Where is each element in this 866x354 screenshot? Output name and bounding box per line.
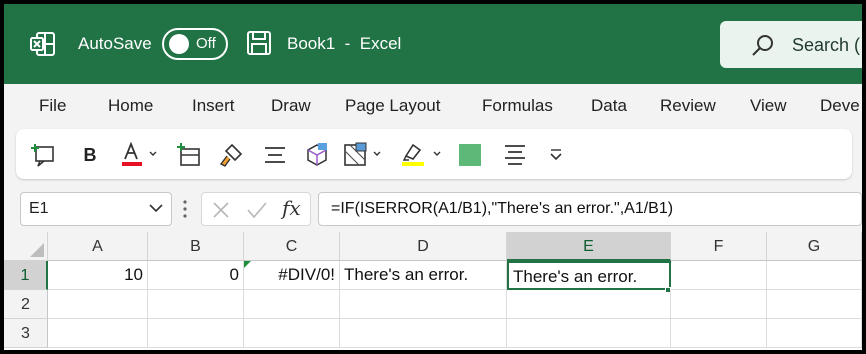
quick-toolbar: B bbox=[16, 129, 852, 179]
cell-f2[interactable] bbox=[671, 290, 767, 319]
tab-draw[interactable]: Draw bbox=[271, 96, 311, 116]
name-box-value: E1 bbox=[29, 200, 49, 217]
ribbon: File Home Insert Draw Page Layout Formul… bbox=[4, 84, 862, 236]
formula-buttons: fx bbox=[201, 192, 311, 226]
insert-function-button[interactable]: fx bbox=[282, 196, 301, 220]
name-box[interactable]: E1 bbox=[20, 192, 172, 226]
row-header-3[interactable]: 3 bbox=[4, 319, 48, 348]
excel-window: AutoSave Off Book1 - Excel Search ( File… bbox=[4, 4, 862, 350]
tab-view[interactable]: View bbox=[750, 96, 787, 116]
ribbon-tabs: File Home Insert Draw Page Layout Formul… bbox=[4, 84, 862, 126]
save-icon[interactable] bbox=[246, 30, 272, 56]
format-painter-icon[interactable] bbox=[218, 141, 244, 169]
tab-insert[interactable]: Insert bbox=[192, 96, 235, 116]
align-icon[interactable] bbox=[502, 141, 528, 169]
cell-d3[interactable] bbox=[340, 319, 507, 348]
spreadsheet-grid: A B C D E F G 1 2 3 10 0 #DIV/0! There's… bbox=[4, 232, 862, 350]
column-header-g[interactable]: G bbox=[767, 232, 862, 261]
cell-b3[interactable] bbox=[148, 319, 244, 348]
tab-developer[interactable]: Deve bbox=[820, 96, 860, 116]
column-header-a[interactable]: A bbox=[48, 232, 148, 261]
tab-review[interactable]: Review bbox=[660, 96, 716, 116]
error-indicator-icon[interactable] bbox=[244, 261, 251, 268]
insert-cells-icon[interactable] bbox=[176, 141, 202, 169]
cell-g3[interactable] bbox=[767, 319, 862, 348]
cell-c1[interactable]: #DIV/0! bbox=[244, 261, 340, 290]
cell-b2[interactable] bbox=[148, 290, 244, 319]
excel-logo-icon bbox=[30, 32, 55, 56]
cancel-icon[interactable] bbox=[212, 201, 230, 219]
cell-f3[interactable] bbox=[671, 319, 767, 348]
3d-shape-icon[interactable] bbox=[304, 141, 330, 169]
row-header-2[interactable]: 2 bbox=[4, 290, 48, 319]
new-comment-icon[interactable] bbox=[30, 141, 56, 169]
cell-d1[interactable]: There's an error. bbox=[340, 261, 507, 290]
title-bar: AutoSave Off Book1 - Excel Search ( bbox=[4, 4, 862, 84]
select-all-corner[interactable] bbox=[4, 232, 48, 261]
borders-button[interactable] bbox=[342, 141, 382, 169]
cell-g2[interactable] bbox=[767, 290, 862, 319]
cell-c3[interactable] bbox=[244, 319, 340, 348]
cell-b1[interactable]: 0 bbox=[148, 261, 244, 290]
column-header-e[interactable]: E bbox=[507, 232, 671, 261]
cell-c1-value: #DIV/0! bbox=[278, 265, 335, 284]
cell-e1[interactable]: There's an error. bbox=[507, 261, 671, 290]
cell-f1[interactable] bbox=[671, 261, 767, 290]
cell-e3[interactable] bbox=[507, 319, 671, 348]
fill-color-icon[interactable] bbox=[458, 141, 482, 169]
cell-g1[interactable] bbox=[767, 261, 862, 290]
bold-button[interactable]: B bbox=[78, 141, 102, 169]
cell-a2[interactable] bbox=[48, 290, 148, 319]
autosave-state: Off bbox=[196, 35, 216, 52]
cell-c2[interactable] bbox=[244, 290, 340, 319]
enter-icon[interactable] bbox=[246, 201, 268, 219]
highlight-button[interactable] bbox=[400, 141, 442, 169]
formula-input[interactable]: =IF(ISERROR(A1/B1),"There's an error.",A… bbox=[318, 192, 862, 226]
row-header-1[interactable]: 1 bbox=[4, 261, 48, 290]
toggle-knob bbox=[169, 34, 189, 54]
resize-handle-icon[interactable] bbox=[183, 198, 187, 220]
tab-data[interactable]: Data bbox=[591, 96, 627, 116]
chevron-down-icon[interactable] bbox=[149, 203, 163, 213]
column-header-f[interactable]: F bbox=[671, 232, 767, 261]
search-placeholder: Search ( bbox=[792, 35, 861, 55]
cell-a3[interactable] bbox=[48, 319, 148, 348]
column-header-c[interactable]: C bbox=[244, 232, 340, 261]
tab-page-layout[interactable]: Page Layout bbox=[345, 96, 440, 116]
autosave-toggle[interactable]: Off bbox=[162, 28, 228, 60]
cell-a1[interactable]: 10 bbox=[48, 261, 148, 290]
tab-formulas[interactable]: Formulas bbox=[482, 96, 553, 116]
cell-d2[interactable] bbox=[340, 290, 507, 319]
cell-e2[interactable] bbox=[507, 290, 671, 319]
more-commands-icon[interactable] bbox=[546, 141, 566, 169]
search-box[interactable]: Search ( bbox=[720, 21, 862, 68]
font-color-button[interactable] bbox=[120, 141, 158, 169]
formula-text: =IF(ISERROR(A1/B1),"There's an error.",A… bbox=[331, 200, 674, 217]
search-icon bbox=[752, 35, 773, 56]
select-all-triangle-icon bbox=[30, 243, 44, 257]
column-header-b[interactable]: B bbox=[148, 232, 244, 261]
tab-home[interactable]: Home bbox=[108, 96, 153, 116]
autosave-label: AutoSave bbox=[78, 34, 152, 53]
document-title: Book1 - Excel bbox=[287, 34, 402, 53]
column-header-d[interactable]: D bbox=[340, 232, 507, 261]
tab-file[interactable]: File bbox=[39, 96, 66, 116]
align-center-icon[interactable] bbox=[262, 141, 288, 169]
